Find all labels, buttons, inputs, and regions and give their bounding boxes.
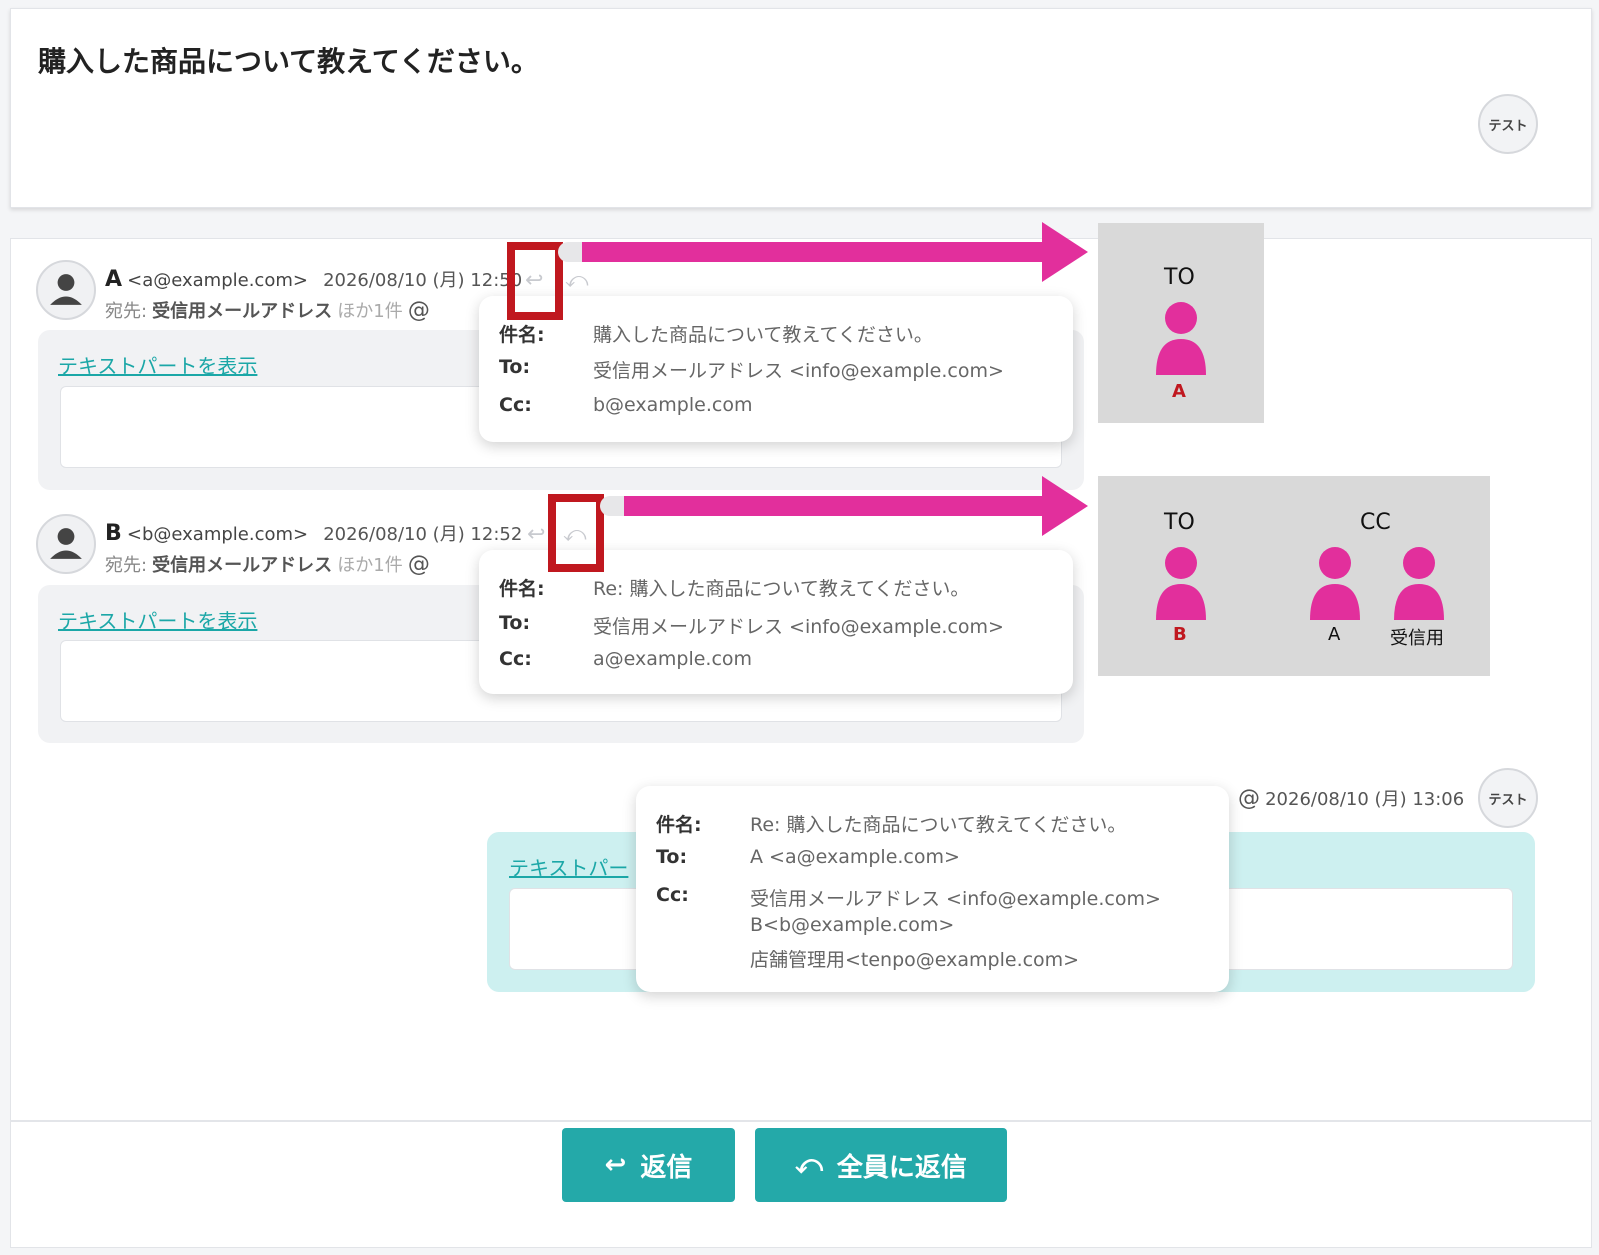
- user-avatar-icon: [36, 514, 96, 574]
- message-header: B <b@example.com> 2026/08/10 (月) 12:52: [105, 520, 522, 546]
- cc-value: 受信用メールアドレス <info@example.com>: [750, 888, 1161, 910]
- thread-title: 購入した商品について教えてください。: [38, 45, 539, 78]
- to-value: 受信用メールアドレス: [152, 301, 333, 322]
- owner-avatar[interactable]: テスト: [1478, 768, 1538, 828]
- cc-label: Cc:: [499, 648, 532, 670]
- reply-all-icon: ⤺: [795, 1149, 823, 1180]
- sender-name: B: [105, 521, 122, 546]
- cc-heading: CC: [1360, 510, 1391, 535]
- reply-all-icon[interactable]: ⤺: [565, 268, 589, 293]
- owner-avatar[interactable]: テスト: [1478, 94, 1538, 154]
- subject-value: Re: 購入した商品について教えてください。: [593, 578, 970, 600]
- person-label: 受信用: [1390, 628, 1444, 649]
- person-label: A: [1328, 624, 1341, 645]
- to-heading: TO: [1164, 265, 1195, 290]
- arrow-tail: [600, 496, 624, 516]
- message-header: @ 2026/08/10 (月) 13:06: [1238, 785, 1464, 811]
- reply-button-label: 返信: [640, 1152, 693, 1183]
- arrow-head: [1042, 476, 1088, 536]
- recipient-diagram: TO A: [1098, 223, 1264, 423]
- cc-label: Cc:: [656, 884, 689, 906]
- person-icon: [1156, 547, 1206, 620]
- arrow-head: [1042, 222, 1088, 282]
- to-label: To:: [499, 612, 531, 634]
- subject-label: 件名:: [499, 324, 545, 346]
- cc-value: b@example.com: [593, 394, 753, 416]
- to-label: To:: [499, 356, 531, 378]
- header-popup: 件名: 購入した商品について教えてください。 To: 受信用メールアドレス <i…: [479, 296, 1073, 442]
- show-text-part-link[interactable]: テキストパートを表示: [58, 605, 257, 634]
- to-value: A <a@example.com>: [750, 846, 960, 868]
- person-label: B: [1173, 624, 1187, 645]
- message-header: A <a@example.com> 2026/08/10 (月) 12:50: [105, 266, 522, 292]
- subject-label: 件名:: [499, 578, 545, 600]
- to-more: ほか1件: [337, 555, 403, 576]
- person-icon: [1156, 302, 1206, 375]
- message-datetime: 2026/08/10 (月) 12:50: [323, 270, 523, 291]
- to-label: 宛先:: [105, 555, 148, 576]
- thread-header: [10, 8, 1592, 208]
- reply-button[interactable]: ↩ 返信: [562, 1128, 735, 1202]
- recipient-diagram: TO CC B A 受信用: [1098, 476, 1490, 676]
- message-datetime: 2026/08/10 (月) 12:52: [323, 524, 523, 545]
- recipient-line[interactable]: 宛先: 受信用メールアドレス ほか1件 @: [105, 551, 430, 577]
- show-text-part-link[interactable]: テキストパー: [509, 852, 628, 881]
- at-icon: @: [407, 552, 430, 577]
- arrow-tail: [558, 242, 582, 262]
- to-label: 宛先:: [105, 301, 148, 322]
- footer-divider: [10, 1120, 1592, 1122]
- arrow-shaft: [582, 242, 1044, 262]
- to-value: 受信用メールアドレス: [152, 555, 333, 576]
- person-icon: [1310, 547, 1360, 620]
- sender-email: <b@example.com>: [126, 524, 309, 545]
- to-label: To:: [656, 846, 688, 868]
- at-icon: @: [1238, 786, 1260, 811]
- cc-value: a@example.com: [593, 648, 753, 670]
- cc-label: Cc:: [499, 394, 532, 416]
- show-text-part-link[interactable]: テキストパートを表示: [58, 350, 257, 379]
- cc-value: 店舗管理用<tenpo@example.com>: [750, 949, 1080, 971]
- to-value: 受信用メールアドレス <info@example.com>: [593, 616, 1004, 638]
- to-heading: TO: [1164, 510, 1195, 535]
- at-icon: @: [407, 298, 430, 323]
- recipient-line[interactable]: 宛先: 受信用メールアドレス ほか1件 @: [105, 297, 430, 323]
- to-more: ほか1件: [337, 301, 403, 322]
- user-avatar-icon: [36, 260, 96, 320]
- to-value: 受信用メールアドレス <info@example.com>: [593, 360, 1004, 382]
- person-icon: [1394, 547, 1444, 620]
- cc-value: B<b@example.com>: [750, 914, 955, 936]
- reply-icon[interactable]: ↩: [527, 522, 545, 547]
- reply-all-button-label: 全員に返信: [836, 1152, 967, 1183]
- subject-label: 件名:: [656, 814, 702, 836]
- subject-value: 購入した商品について教えてください。: [593, 324, 933, 346]
- highlight-box: [507, 242, 563, 320]
- header-popup: 件名: Re: 購入した商品について教えてください。 To: A <a@exam…: [636, 786, 1229, 992]
- person-label: A: [1172, 381, 1186, 402]
- message-datetime: 2026/08/10 (月) 13:06: [1265, 789, 1465, 810]
- reply-all-button[interactable]: ⤺ 全員に返信: [755, 1128, 1007, 1202]
- reply-icon: ↩: [604, 1150, 627, 1180]
- arrow-shaft: [624, 496, 1044, 516]
- subject-value: Re: 購入した商品について教えてください。: [750, 814, 1127, 836]
- sender-name: A: [105, 267, 123, 292]
- sender-email: <a@example.com>: [127, 270, 308, 291]
- highlight-box: [548, 494, 604, 572]
